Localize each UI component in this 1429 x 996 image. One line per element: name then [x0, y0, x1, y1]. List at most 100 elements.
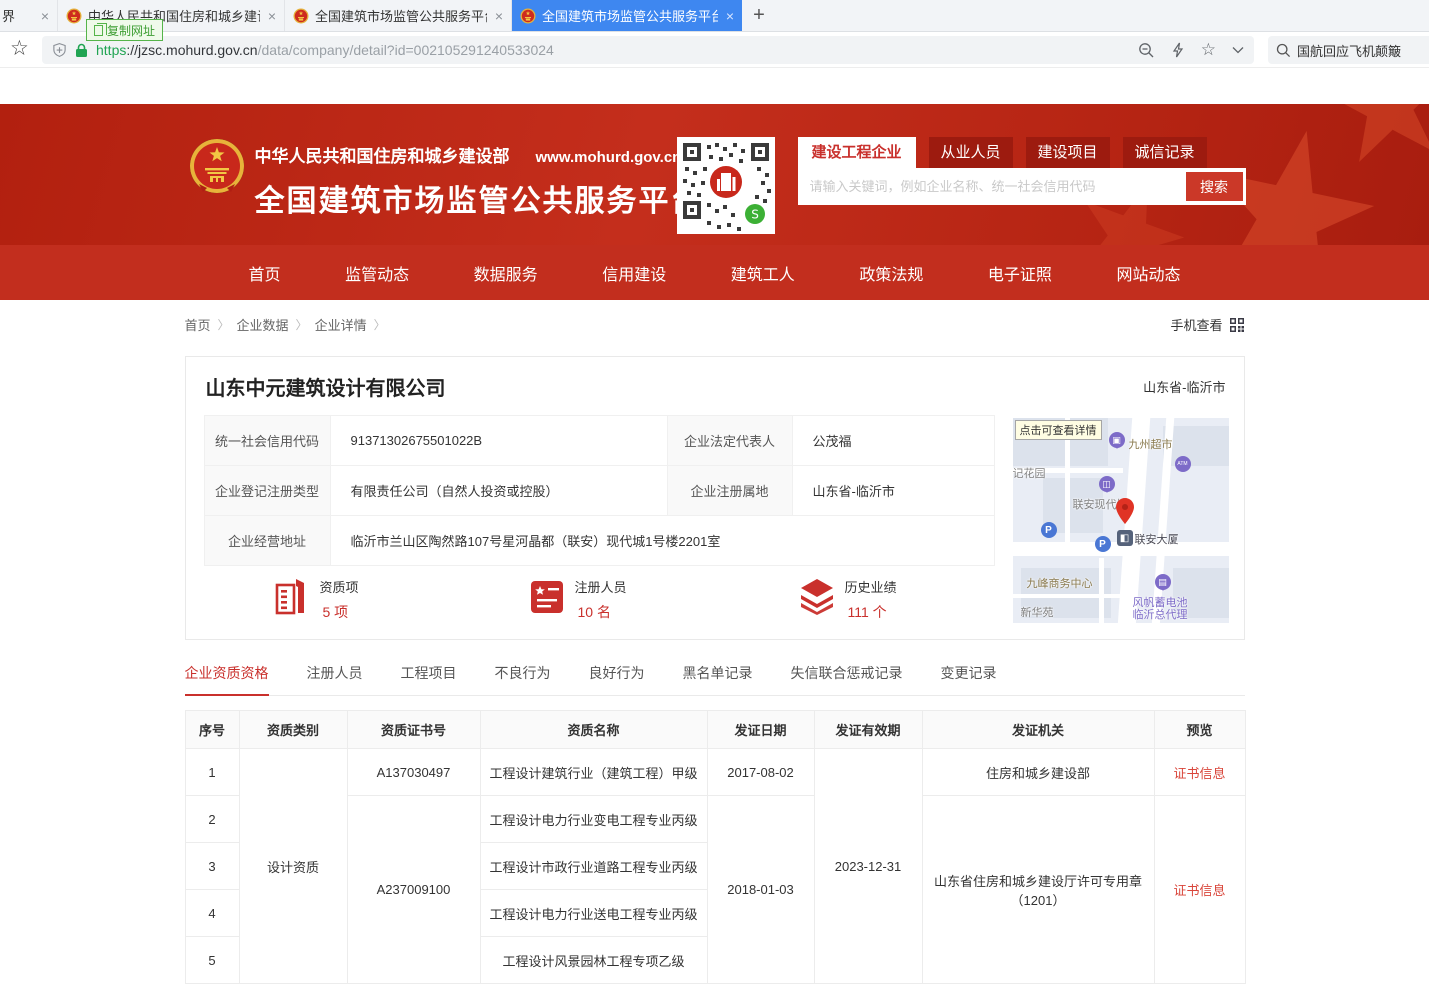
- company-region: 山东省-临沂市: [1143, 377, 1225, 396]
- map-tooltip: 点击可查看详情: [1015, 420, 1102, 440]
- map-label: 九州超市: [1129, 436, 1173, 452]
- browser-tab-0[interactable]: 界 ×: [0, 0, 58, 31]
- map-label: 新华苑: [1021, 604, 1054, 620]
- shield-permission-icon[interactable]: [52, 42, 67, 58]
- crumb-company-detail[interactable]: 企业详情: [315, 315, 367, 334]
- crumb-home[interactable]: 首页: [185, 315, 211, 334]
- site-favicon: [293, 8, 309, 24]
- url-field[interactable]: https://jzsc.mohurd.gov.cn/data/company/…: [42, 36, 1254, 64]
- copy-icon: [94, 25, 103, 36]
- cell-seq: 5: [185, 937, 239, 984]
- browser-window: 界 × 中华人民共和国住房和城乡建设 × 全国建筑市场监管公共服务平台 × 全国…: [0, 0, 1429, 996]
- tab-close-icon[interactable]: ×: [41, 9, 49, 23]
- col-authority: 发证机关: [922, 711, 1154, 749]
- tab-close-icon[interactable]: ×: [495, 9, 503, 23]
- keyword-search-input[interactable]: [798, 168, 1180, 205]
- map-road: [1099, 558, 1104, 623]
- search-tab-credit[interactable]: 诚信记录: [1123, 137, 1207, 168]
- zoom-out-icon[interactable]: [1138, 42, 1155, 59]
- ministry-name: 中华人民共和国住房和城乡建设部: [255, 142, 510, 167]
- tab-bad-behavior[interactable]: 不良行为: [495, 663, 551, 695]
- cell-seq: 3: [185, 843, 239, 890]
- col-qual-name: 资质名称: [480, 711, 707, 749]
- certificate-info-link[interactable]: 证书信息: [1173, 883, 1225, 898]
- map-building-pin: ◧: [1117, 530, 1133, 546]
- browser-address-bar: ☆ https://jzsc.mohurd.gov.cn/data/compan…: [0, 32, 1429, 68]
- new-tab-button[interactable]: +: [742, 0, 776, 31]
- certificate-badge-icon: [529, 577, 565, 615]
- col-cert-no: 资质证书号: [347, 711, 480, 749]
- tab-good-behavior[interactable]: 良好行为: [589, 663, 645, 695]
- tab-title: 全国建筑市场监管公共服务平台: [542, 6, 718, 25]
- flash-reader-icon[interactable]: [1171, 42, 1185, 58]
- map-label: 记花园: [1013, 465, 1046, 481]
- address-bar-actions: ☆: [1138, 40, 1244, 60]
- tab-title: 全国建筑市场监管公共服务平台: [315, 6, 487, 25]
- tab-blacklist[interactable]: 黑名单记录: [683, 663, 753, 695]
- layers-icon: [799, 577, 835, 615]
- cell-authority: 山东省住房和城乡建设厅许可专用章（1201）: [922, 796, 1154, 984]
- site-title-block: 中华人民共和国住房和城乡建设部 www.mohurd.gov.cn 全国建筑市场…: [255, 142, 703, 220]
- nav-e-license[interactable]: 电子证照: [988, 261, 1052, 285]
- stat-past-performance: 历史业绩 111 个: [799, 577, 897, 622]
- search-input-wrap: 搜索: [798, 168, 1246, 205]
- nav-policy[interactable]: 政策法规: [859, 261, 923, 285]
- nav-site-news[interactable]: 网站动态: [1116, 261, 1180, 285]
- info-label: 统一社会信用代码: [204, 416, 330, 466]
- stat-qualifications: 资质项 5 项: [274, 577, 359, 622]
- company-summary-section: 山东中元建筑设计有限公司 山东省-临沂市 统一社会信用代码 9137130267…: [0, 356, 1429, 641]
- search-button[interactable]: 搜索: [1186, 172, 1243, 201]
- search-tab-enterprise[interactable]: 建设工程企业: [798, 137, 916, 168]
- map-red-marker: [1116, 498, 1134, 524]
- cell-seq: 2: [185, 796, 239, 843]
- browser-tab-active[interactable]: 全国建筑市场监管公共服务平台 ×: [512, 0, 742, 31]
- copy-url-tooltip: 复制网址: [86, 19, 163, 41]
- tab-qualifications[interactable]: 企业资质资格: [185, 663, 269, 696]
- map-label: 联安大厦: [1135, 531, 1179, 547]
- info-label: 企业法定代表人: [667, 416, 792, 466]
- nav-credit[interactable]: 信用建设: [602, 261, 666, 285]
- nav-data-service[interactable]: 数据服务: [474, 261, 538, 285]
- tab-change-records[interactable]: 变更记录: [941, 663, 997, 695]
- info-label: 企业经营地址: [204, 516, 330, 566]
- nav-home[interactable]: 首页: [249, 261, 281, 285]
- browser-tab-2[interactable]: 全国建筑市场监管公共服务平台 ×: [285, 0, 512, 31]
- tab-close-icon[interactable]: ×: [726, 9, 734, 23]
- company-location-map[interactable]: 点击可查看详情 ▣ 九州超市 ATM 记花园 ◫ 联安现代城 ◧ 联安大厦 P …: [1013, 418, 1229, 623]
- decor-star: [1316, 104, 1429, 177]
- chevron-down-icon[interactable]: [1232, 46, 1244, 54]
- info-label: 企业登记注册类型: [204, 466, 330, 516]
- site-favicon: [66, 8, 82, 24]
- hot-search-box[interactable]: 国航回应飞机颠簸: [1268, 36, 1429, 64]
- favorite-star-icon[interactable]: ☆: [1201, 40, 1216, 60]
- table-header-row: 序号 资质类别 资质证书号 资质名称 发证日期 发证有效期 发证机关 预览: [185, 711, 1245, 749]
- search-icon: [1276, 43, 1291, 58]
- cell-qual-name: 工程设计建筑行业（建筑工程）甲级: [480, 749, 707, 796]
- qr-code-icon: [1229, 317, 1245, 333]
- company-card: 山东中元建筑设计有限公司 山东省-临沂市 统一社会信用代码 9137130267…: [185, 356, 1245, 640]
- cell-qual-name: 工程设计风景园林工程专项乙级: [480, 937, 707, 984]
- nav-workers[interactable]: 建筑工人: [731, 261, 795, 285]
- info-value-credit-code: 91371302675501022B: [330, 416, 667, 466]
- crumb-company-data[interactable]: 企业数据: [237, 315, 289, 334]
- tab-dishonesty-records[interactable]: 失信联合惩戒记录: [791, 663, 903, 695]
- cell-cert-no: A137030497: [347, 749, 480, 796]
- tab-close-icon[interactable]: ×: [268, 9, 276, 23]
- info-value-address: 临沂市兰山区陶然路107号星河晶都（联安）现代城1号楼2201室: [330, 516, 994, 566]
- mobile-view-button[interactable]: 手机查看: [1170, 315, 1244, 334]
- url-text: https://jzsc.mohurd.gov.cn/data/company/…: [96, 42, 554, 58]
- building-icon: [274, 577, 310, 615]
- col-valid-until: 发证有效期: [814, 711, 922, 749]
- company-name: 山东中元建筑设计有限公司: [206, 372, 446, 401]
- search-tab-project[interactable]: 建设项目: [1026, 137, 1110, 168]
- certificate-info-link[interactable]: 证书信息: [1173, 766, 1225, 781]
- tab-registered-personnel[interactable]: 注册人员: [307, 663, 363, 695]
- tab-projects[interactable]: 工程项目: [401, 663, 457, 695]
- map-poi-pin: ▤: [1155, 574, 1171, 590]
- bookmark-star-icon[interactable]: ☆: [10, 36, 29, 61]
- nav-supervision[interactable]: 监管动态: [345, 261, 409, 285]
- col-category: 资质类别: [239, 711, 347, 749]
- stat-value: 111 个: [845, 602, 897, 622]
- search-tab-personnel[interactable]: 从业人员: [929, 137, 1013, 168]
- svg-text:S: S: [751, 208, 759, 222]
